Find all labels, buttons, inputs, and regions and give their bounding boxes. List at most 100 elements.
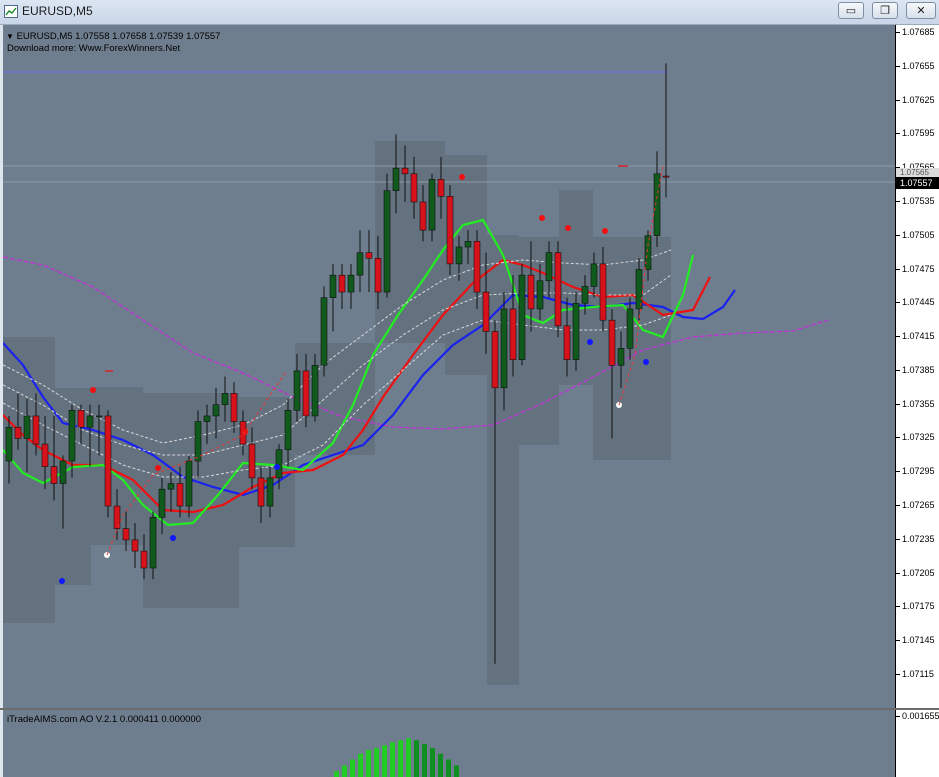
price-axis-tick: 1.07265: [896, 500, 939, 512]
ao-bar: [358, 753, 363, 777]
candle-body: [464, 241, 472, 248]
ao-bar: [366, 749, 371, 777]
ao-bar: [430, 747, 435, 777]
candle-body: [455, 246, 463, 265]
price-axis-tick: 1.07505: [896, 230, 939, 242]
candle-body: [428, 179, 436, 231]
candle-body: [347, 274, 355, 293]
price-axis-tick: 1.07595: [896, 128, 939, 140]
ao-bar: [406, 738, 411, 777]
price-axis-tick: 1.07625: [896, 95, 939, 107]
candle-body: [590, 263, 598, 287]
candle-body: [221, 393, 229, 405]
session-box: [487, 235, 519, 685]
minimize-button[interactable]: ▭: [838, 2, 864, 19]
minimize-icon: ▭: [845, 5, 857, 17]
candle-body: [401, 167, 409, 175]
candle-body: [653, 173, 661, 237]
candle-body: [86, 415, 94, 428]
candle-body: [230, 393, 238, 422]
signal-dot: [565, 225, 571, 231]
candle-body: [23, 415, 31, 439]
candle-body: [140, 550, 148, 569]
price-axis-tick: 1.07205: [896, 568, 939, 580]
price-axis-tick: 1.07295: [896, 466, 939, 478]
candle-body: [293, 370, 301, 411]
candle-body: [473, 241, 481, 293]
ao-bar: [390, 742, 395, 777]
current-price-label: 1.07557: [896, 177, 939, 189]
candle-body: [608, 319, 616, 366]
candle-body: [248, 443, 256, 479]
candle-body: [365, 252, 373, 259]
candle-body: [41, 443, 49, 467]
candle-body: [527, 274, 535, 310]
price-axis-tick: 1.07325: [896, 432, 939, 444]
candle-body: [626, 308, 634, 349]
ao-bar: [342, 765, 347, 777]
candle-body: [5, 426, 13, 462]
title-bar[interactable]: EURUSD,M5 ▭ ❐ ✕: [0, 0, 939, 25]
dropdown-triangle-icon[interactable]: ▼: [6, 32, 14, 41]
signal-dot: [539, 215, 545, 221]
price-axis-tick: 1.07385: [896, 365, 939, 377]
ao-bar: [422, 744, 427, 777]
price-axis-tick: 1.07535: [896, 196, 939, 208]
candle-body: [392, 167, 400, 191]
price-axis-tick: 1.07415: [896, 331, 939, 343]
candle-body: [482, 291, 490, 332]
price-axis-tick: 1.07445: [896, 297, 939, 309]
app-chart-icon: [4, 5, 18, 18]
signal-dot: [170, 535, 176, 541]
candle-body: [257, 477, 265, 507]
price-axis-tick: 1.07685: [896, 27, 939, 39]
candle-body: [374, 257, 382, 293]
candle-body: [59, 460, 67, 484]
candle-body: [500, 308, 508, 389]
indicator-label: iTradeAIMS.com AO V.2.1 0.000411 0.00000…: [7, 714, 201, 725]
price-chart: [3, 63, 895, 685]
candle-body: [572, 303, 580, 360]
candle-body: [212, 404, 220, 417]
candle-body: [302, 370, 310, 417]
price-axis[interactable]: 1.076851.076551.076251.075951.075651.075…: [895, 25, 939, 708]
candle-body: [617, 348, 625, 366]
candle-body: [284, 410, 292, 451]
signal-dot: [587, 339, 593, 345]
ao-bar: [454, 765, 459, 777]
ao-bar: [382, 745, 387, 777]
overlay-price-label: 1.07565: [896, 168, 939, 177]
candle-body: [338, 274, 346, 293]
signal-dot: [242, 429, 248, 435]
candle-body: [194, 421, 202, 462]
ao-bar: [398, 740, 403, 777]
candle-body: [185, 460, 193, 507]
candle-body: [509, 308, 517, 360]
candle-body: [122, 528, 130, 541]
candle-body: [536, 280, 544, 310]
main-chart-area[interactable]: [3, 25, 895, 708]
price-axis-tick: 1.07655: [896, 61, 939, 73]
signal-dot: [602, 228, 608, 234]
candle-body: [518, 274, 526, 360]
candle-body: [32, 415, 40, 445]
chart-window: EURUSD,M5 ▭ ❐ ✕ ▼ EURUSD,M5 1.07558 1.07…: [0, 0, 939, 777]
signal-dot: [274, 464, 280, 470]
price-axis-tick: 1.07145: [896, 635, 939, 647]
symbol-info: EURUSD,M5 1.07558 1.07658 1.07539 1.0755…: [16, 31, 221, 42]
signal-dot: [643, 359, 649, 365]
signal-dot: [90, 387, 96, 393]
candle-body: [383, 190, 391, 293]
candle-body: [437, 179, 445, 197]
candle-body: [131, 539, 139, 552]
candle-body: [50, 466, 58, 484]
candle-body: [356, 252, 364, 276]
close-button[interactable]: ✕: [906, 2, 936, 19]
candle-body: [554, 252, 562, 327]
candle-body: [158, 488, 166, 518]
candle-body: [311, 364, 319, 417]
session-box: [445, 155, 487, 375]
candle-body: [320, 297, 328, 366]
restore-button[interactable]: ❐: [872, 2, 898, 19]
candle-body: [149, 517, 157, 569]
